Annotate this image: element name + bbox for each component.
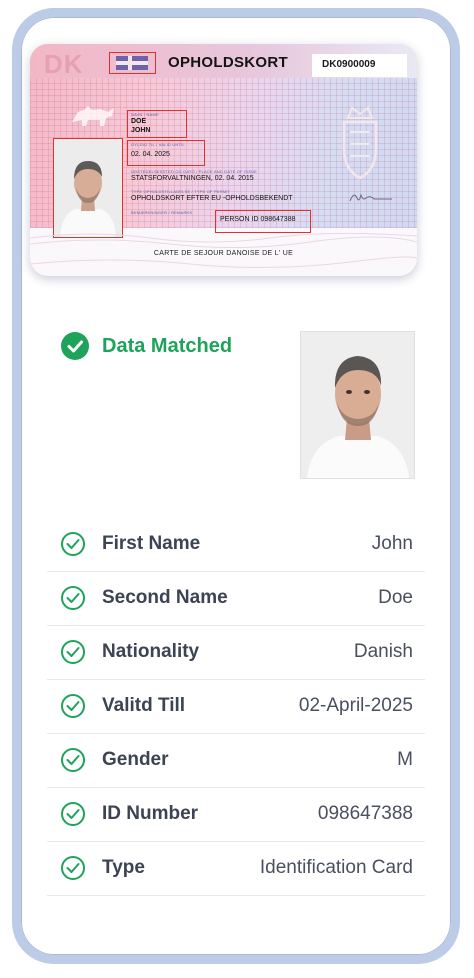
field-value: 098647388 xyxy=(317,803,413,824)
card-photo xyxy=(53,138,123,238)
card-given-name: JOHN xyxy=(131,127,151,134)
field-value: 02-April-2025 xyxy=(298,695,413,716)
card-issue-place-date: STATSFORVALTNINGEN, 02. 04. 2015 xyxy=(131,175,254,182)
field-list: First Name John Second Name Doe Nationality D… xyxy=(47,518,425,896)
field-row: Nationality Danish xyxy=(47,626,425,680)
field-row: Gender M xyxy=(47,734,425,788)
field-row: Type Identification Card xyxy=(47,842,425,896)
field-value: John xyxy=(371,533,413,554)
field-value: Doe xyxy=(378,587,413,608)
permit-label: TYPE OPHOLDSTILLADELSE / TYPE OF PERMIT xyxy=(131,189,231,194)
field-label: Gender xyxy=(102,749,169,770)
name-label: NAVN / NAME xyxy=(131,112,159,117)
id-card-image: DK OPHOLDSKORT DK0900009 NAVN / NAME DOE… xyxy=(30,44,417,276)
card-footer-strip: CARTE DE SEJOUR DANOISE DE L' UE xyxy=(30,228,417,276)
field-row: ID Number 098647388 xyxy=(47,788,425,842)
check-circle-outline-icon xyxy=(61,640,85,664)
flag-icon xyxy=(116,56,148,70)
signature-icon xyxy=(348,189,394,210)
remarks-label: BEMÆRKNINGER / REMARKS xyxy=(131,210,193,215)
card-number-box: DK0900009 xyxy=(312,54,407,77)
card-valid-until: 02. 04. 2025 xyxy=(131,151,170,158)
field-label: Nationality xyxy=(102,641,200,662)
field-value: Identification Card xyxy=(259,857,413,878)
check-circle-outline-icon xyxy=(61,532,85,556)
card-footer-text: CARTE DE SEJOUR DANOISE DE L' UE xyxy=(153,250,294,257)
field-value: Danish xyxy=(353,641,413,662)
issue-label: UDSTEDELSESSTED OG DATO / PLACE AND DATE… xyxy=(131,169,258,174)
field-row: Valitd Till 02-April-2025 xyxy=(47,680,425,734)
field-label: Valitd Till xyxy=(102,695,186,716)
card-title: OPHOLDSKORT xyxy=(168,54,288,71)
card-surname: DOE xyxy=(131,118,147,125)
field-label: First Name xyxy=(102,533,201,554)
field-row: First Name John xyxy=(47,518,425,572)
card-number: DK0900009 xyxy=(322,59,376,70)
check-circle-outline-icon xyxy=(61,748,85,772)
valid-until-label: GYLDIG TIL / VALID UNTIL xyxy=(131,142,185,147)
check-circle-filled-icon xyxy=(61,332,89,360)
card-country-code: DK xyxy=(44,49,84,79)
coat-of-arms-icon xyxy=(338,104,382,180)
match-status-text: Data Matched xyxy=(102,335,233,357)
check-circle-outline-icon xyxy=(61,856,85,880)
field-label: Type xyxy=(102,857,145,878)
lion-emblem-icon xyxy=(70,102,115,128)
field-row: Second Name Doe xyxy=(47,572,425,626)
check-circle-outline-icon xyxy=(61,586,85,610)
card-permit-type: OPHOLDSKORT EFTER EU -OPHOLDSBEKENDT xyxy=(131,195,293,202)
check-circle-outline-icon xyxy=(61,802,85,826)
selfie-photo xyxy=(300,331,415,479)
field-label: ID Number xyxy=(102,803,199,824)
flag-highlight-box xyxy=(109,52,156,74)
field-label: Second Name xyxy=(102,587,228,608)
field-value: M xyxy=(397,749,413,770)
check-circle-outline-icon xyxy=(61,694,85,718)
card-person-id: PERSON ID 098647388 xyxy=(220,216,296,223)
